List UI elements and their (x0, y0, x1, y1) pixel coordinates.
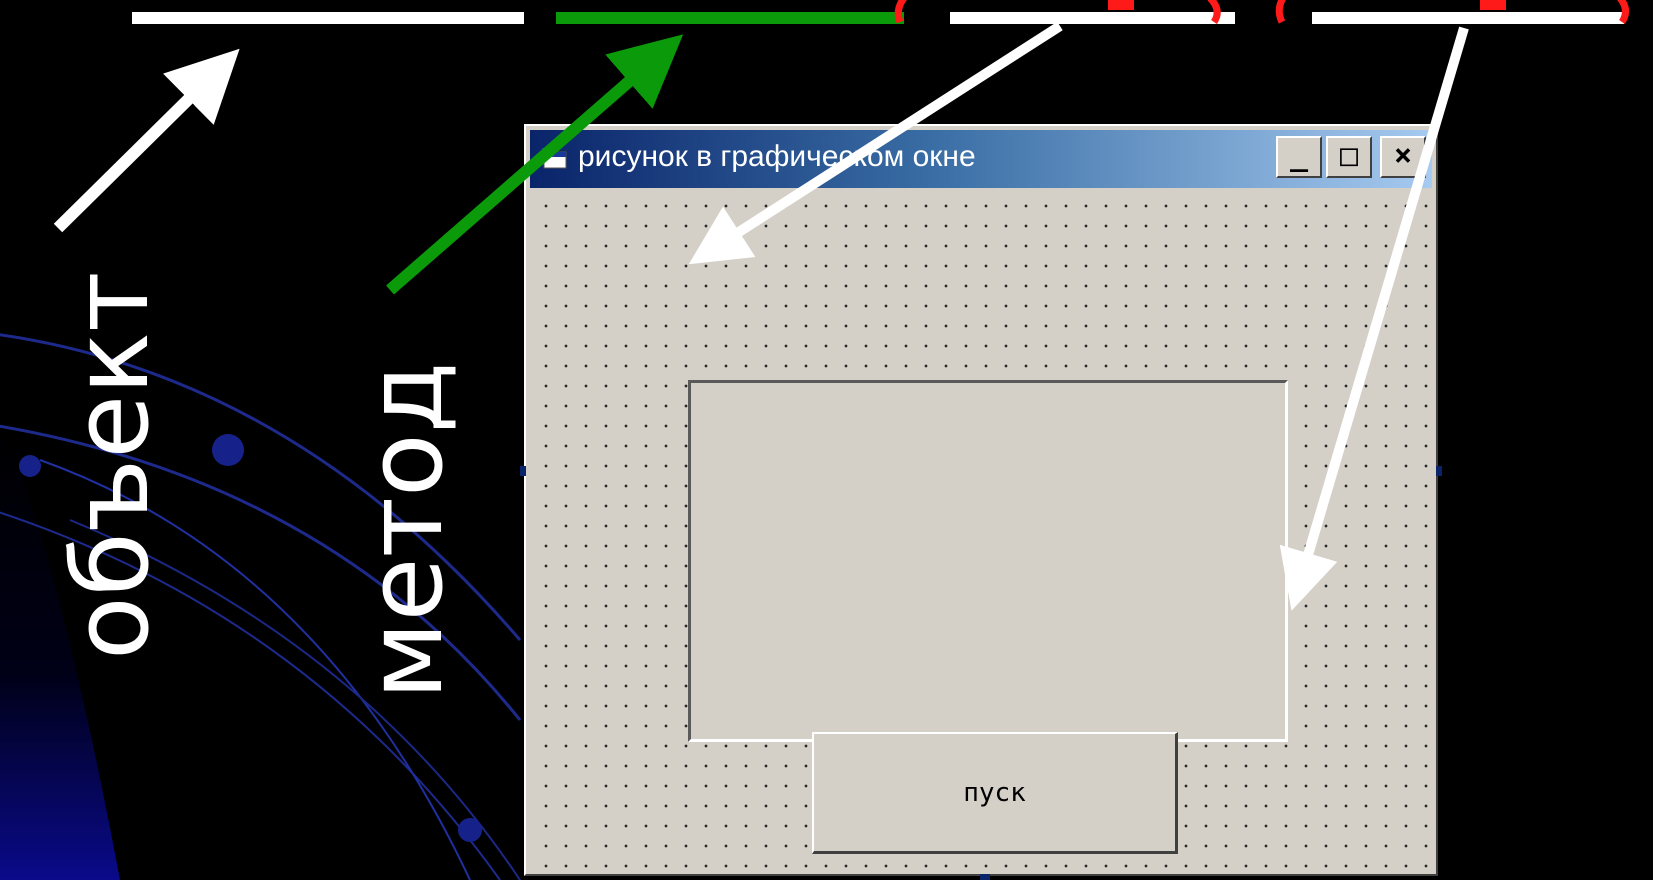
window-title: рисунок в графическом окне (578, 140, 976, 173)
method-label: метод (344, 361, 466, 700)
object-label: объект (50, 271, 172, 660)
start-button[interactable]: пуск (812, 732, 1178, 854)
object-blank (132, 12, 524, 24)
param-blank-1 (950, 12, 1235, 24)
picture-box[interactable] (688, 380, 1288, 742)
param-blank-2 (1312, 12, 1624, 24)
title-bar[interactable]: рисунок в графическом окне _ □ × (530, 130, 1432, 188)
form-icon (542, 148, 567, 169)
resize-handle-bottom[interactable] (980, 874, 990, 880)
form-design-grid[interactable]: пуск (530, 190, 1432, 870)
minimize-button[interactable]: _ (1276, 136, 1322, 178)
method-blank (556, 12, 904, 24)
resize-handle-right[interactable] (1436, 466, 1442, 476)
close-button[interactable]: × (1380, 136, 1426, 178)
form-window[interactable]: рисунок в графическом окне _ □ × пуск (520, 124, 1442, 880)
start-button-label: пуск (963, 777, 1026, 808)
maximize-button[interactable]: □ (1326, 136, 1372, 178)
resize-handle-left[interactable] (520, 466, 526, 476)
